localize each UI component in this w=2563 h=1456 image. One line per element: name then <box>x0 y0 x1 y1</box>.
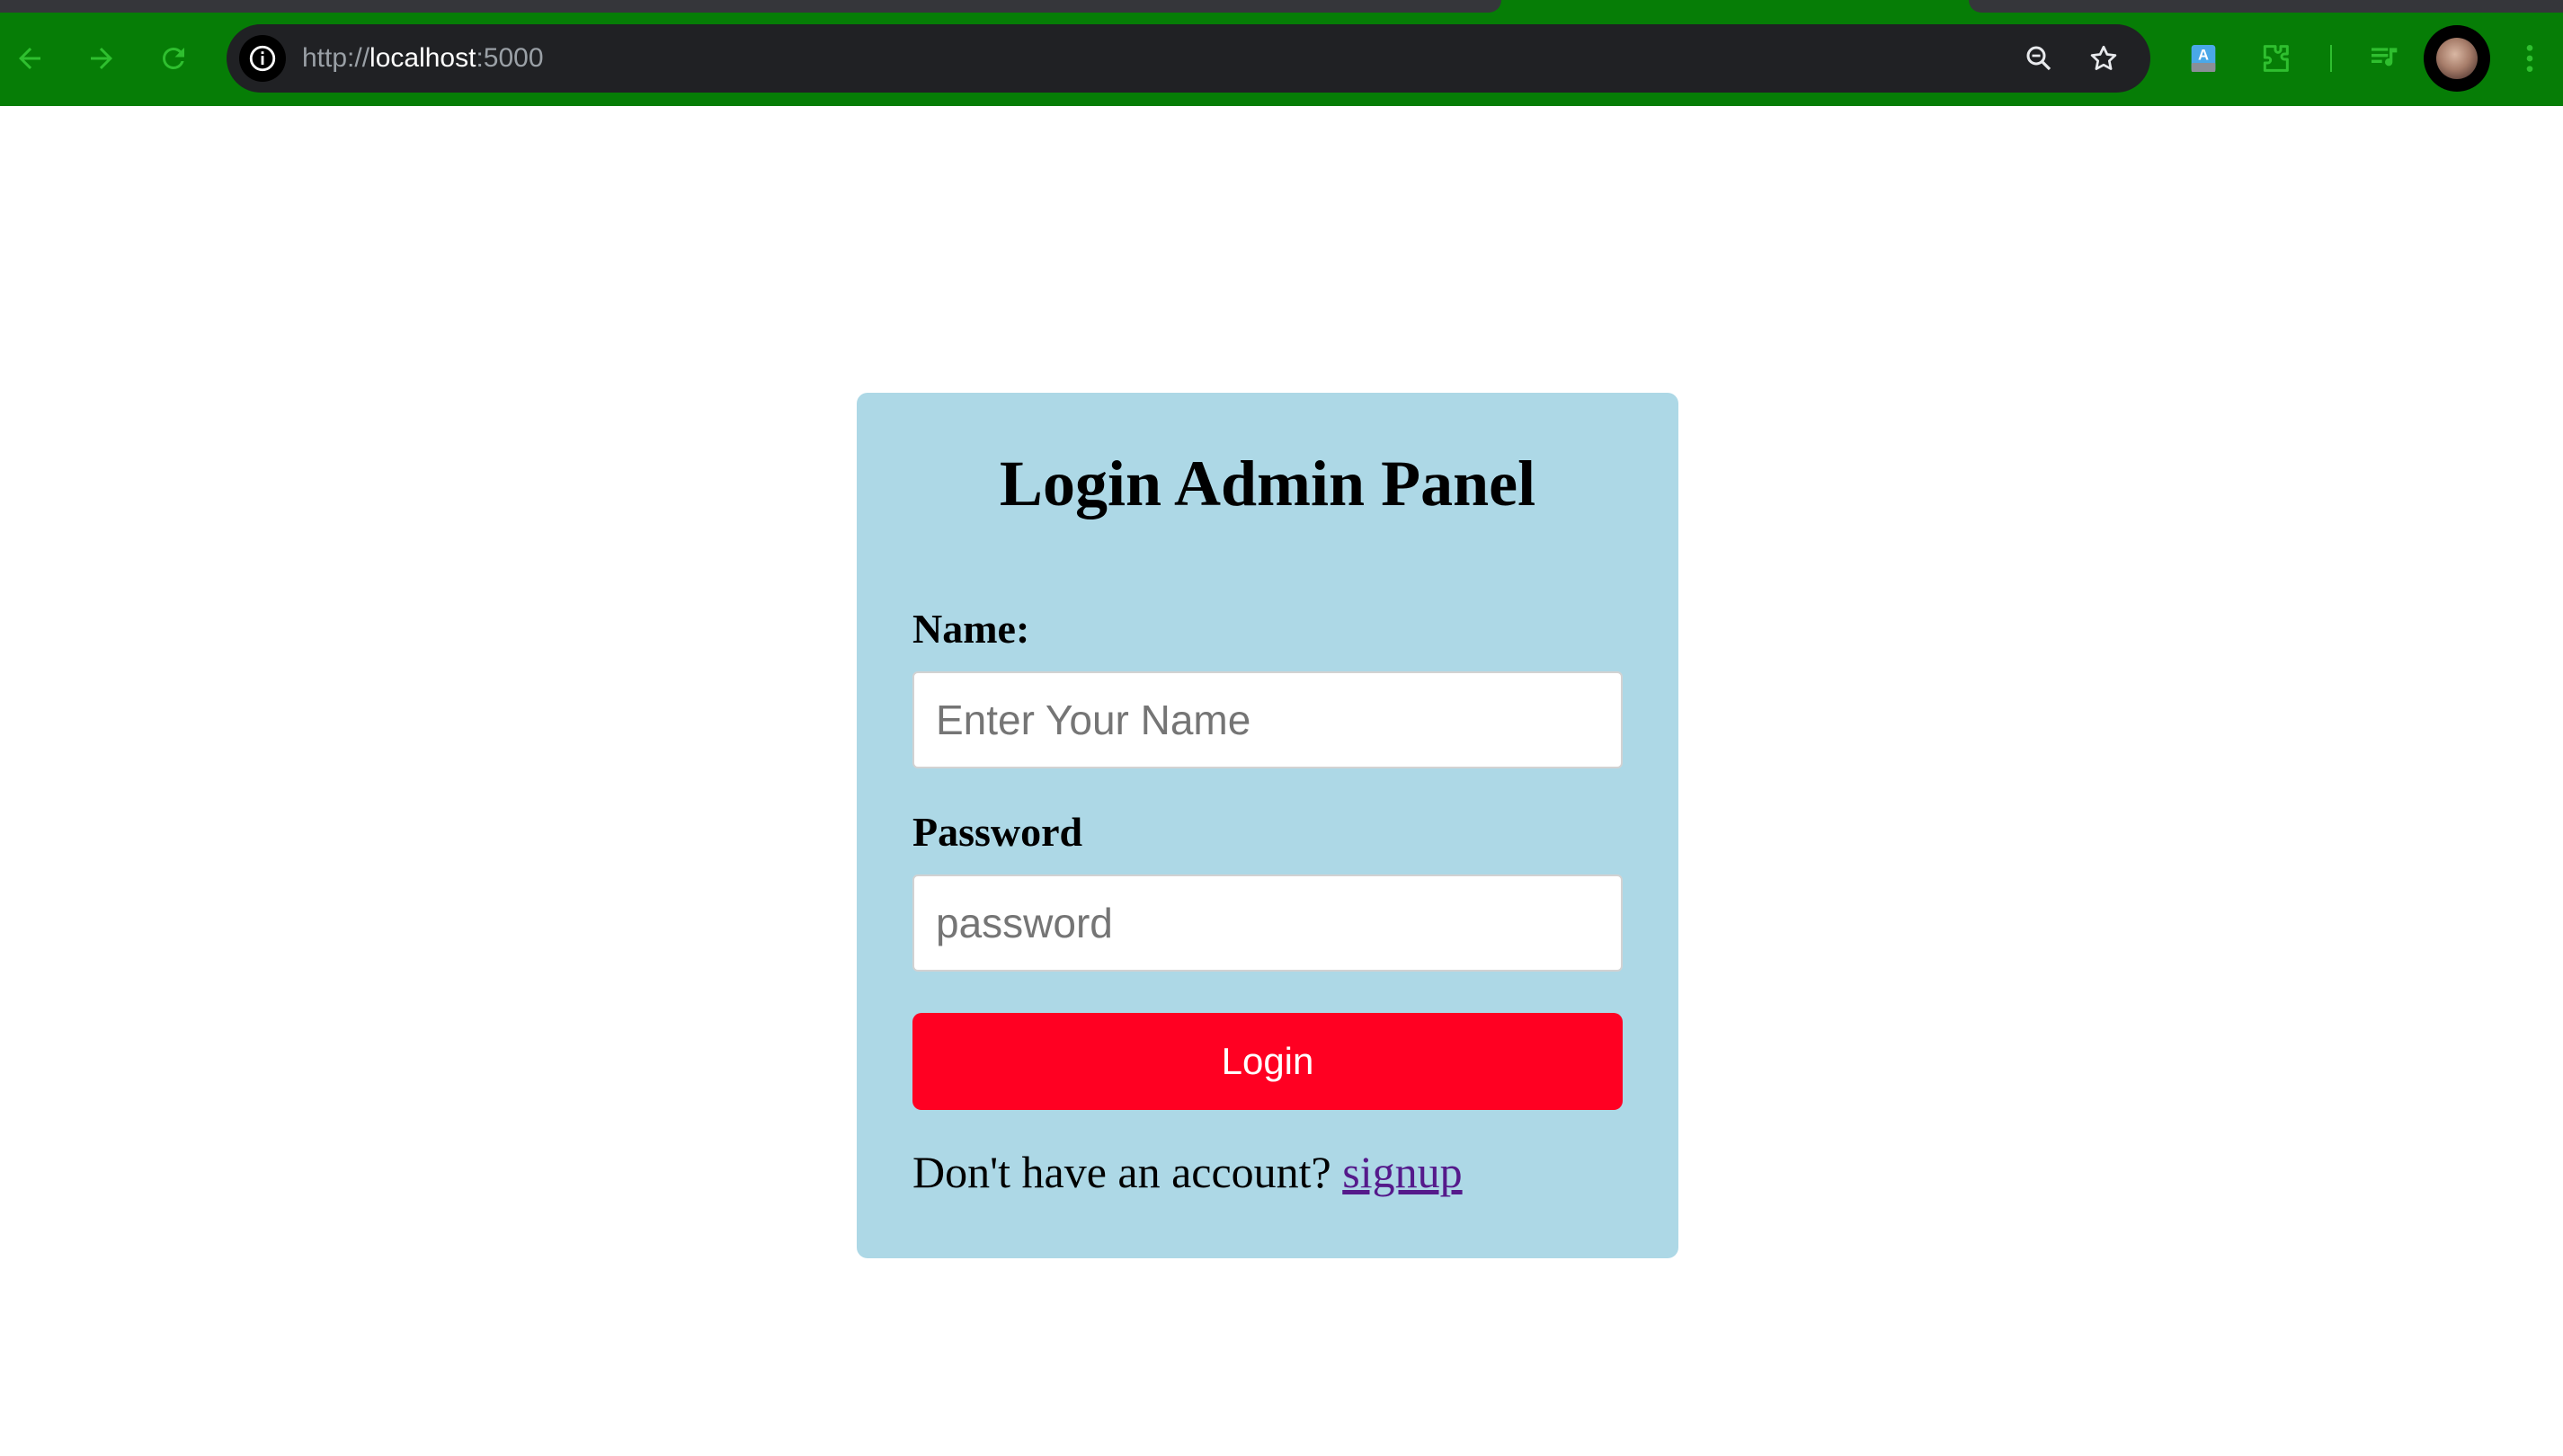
forward-arrow-icon <box>91 48 112 69</box>
password-input[interactable] <box>912 874 1623 972</box>
puzzle-icon <box>2263 45 2289 72</box>
forward-button[interactable] <box>76 32 128 84</box>
media-playlist-icon <box>2372 48 2398 67</box>
translate-extension-button[interactable]: A <box>2177 32 2229 84</box>
kebab-menu-icon <box>2526 45 2533 72</box>
page-title: Login Admin Panel <box>999 448 1536 519</box>
url-text[interactable]: http://localhost:5000 <box>302 24 544 93</box>
bookmark-button[interactable] <box>2082 37 2125 80</box>
url-host: localhost <box>369 43 476 73</box>
tab-background-left <box>0 0 1501 13</box>
avatar-image <box>2436 38 2478 79</box>
tab-strip <box>0 0 2563 13</box>
tab-background-right <box>1969 0 2563 13</box>
browser-menu-button[interactable] <box>2504 32 2556 84</box>
signup-prompt: Don't have an account? signup <box>912 1146 1463 1198</box>
url-scheme: http:// <box>302 43 370 73</box>
site-info-button[interactable] <box>239 35 286 82</box>
media-control-button[interactable] <box>2359 32 2411 84</box>
info-icon <box>249 45 276 72</box>
reload-button[interactable] <box>147 32 200 84</box>
password-label: Password <box>912 809 1083 855</box>
translate-extension-icon: A <box>2191 45 2216 72</box>
star-icon <box>2090 45 2117 70</box>
svg-text:A: A <box>2198 47 2209 64</box>
reload-icon <box>163 48 184 69</box>
zoom-icon <box>2026 46 2051 71</box>
browser-toolbar: http://localhost:5000 A <box>0 0 2563 106</box>
name-input[interactable] <box>912 671 1623 768</box>
profile-avatar[interactable] <box>2424 25 2490 92</box>
url-port: :5000 <box>476 43 544 73</box>
zoom-button[interactable] <box>2017 37 2060 80</box>
signup-prompt-text: Don't have an account? <box>912 1147 1343 1197</box>
back-button[interactable] <box>4 32 56 84</box>
extensions-button[interactable] <box>2249 32 2301 84</box>
login-card: Login Admin Panel Name: Password Login D… <box>857 393 1678 1258</box>
name-label: Name: <box>912 606 1030 652</box>
login-button[interactable]: Login <box>912 1013 1623 1110</box>
back-arrow-icon <box>19 48 40 69</box>
address-bar[interactable]: http://localhost:5000 <box>227 24 2150 93</box>
signup-link[interactable]: signup <box>1342 1147 1462 1197</box>
toolbar-separator <box>2330 45 2332 72</box>
